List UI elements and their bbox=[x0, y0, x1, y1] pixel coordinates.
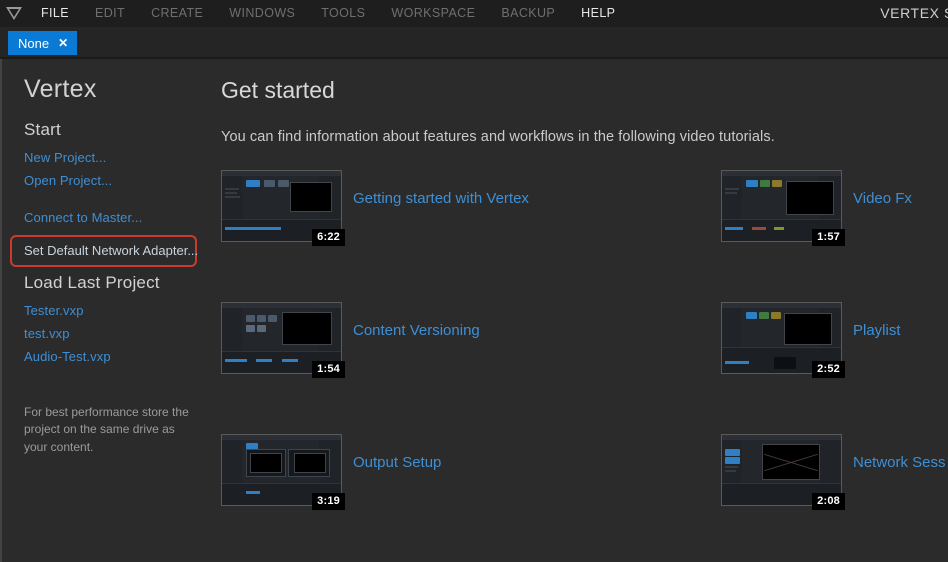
close-icon[interactable]: ✕ bbox=[58, 37, 68, 49]
video-row: 6:22 Getting started with Vertex 1:57 Vi… bbox=[221, 170, 948, 246]
sidebar-link-open-project[interactable]: Open Project... bbox=[24, 173, 210, 188]
tab-none-label: None bbox=[18, 35, 50, 51]
triangle-logo-icon bbox=[6, 7, 22, 20]
video-title[interactable]: Network Sess bbox=[853, 454, 946, 471]
sidebar-recent-project-1[interactable]: Tester.vxp bbox=[24, 303, 210, 318]
sidebar-link-connect-to-master[interactable]: Connect to Master... bbox=[24, 210, 210, 225]
menu-item-workspace[interactable]: WORKSPACE bbox=[378, 0, 488, 27]
menu-item-file[interactable]: FILE bbox=[28, 0, 82, 27]
video-title[interactable]: Output Setup bbox=[353, 454, 441, 471]
thumbnail-wrapper: 2:52 bbox=[721, 302, 845, 378]
menu-item-tools[interactable]: TOOLS bbox=[308, 0, 378, 27]
sidebar-performance-hint: For best performance store the project o… bbox=[24, 405, 189, 454]
menu-item-help[interactable]: HELP bbox=[568, 0, 628, 27]
page-subtitle: You can find information about features … bbox=[221, 129, 775, 145]
menu-item-edit[interactable]: EDIT bbox=[82, 0, 138, 27]
sidebar-heading-load-last-project: Load Last Project bbox=[24, 273, 160, 292]
sidebar-heading-start: Start bbox=[24, 120, 61, 139]
tab-strip: None ✕ bbox=[0, 27, 948, 59]
thumbnail-wrapper: 2:08 bbox=[721, 434, 845, 510]
video-title[interactable]: Content Versioning bbox=[353, 322, 480, 339]
video-tutorial-grid: 6:22 Getting started with Vertex 1:57 Vi… bbox=[221, 170, 948, 562]
video-card-getting-started[interactable]: 6:22 Getting started with Vertex bbox=[221, 170, 721, 246]
video-duration: 3:19 bbox=[312, 493, 345, 510]
menu-bar: FILE EDIT CREATE WINDOWS TOOLS WORKSPACE… bbox=[0, 0, 948, 27]
sidebar: Vertex Start New Project... Open Project… bbox=[0, 59, 210, 562]
tab-none[interactable]: None ✕ bbox=[8, 31, 78, 55]
video-duration: 2:08 bbox=[812, 493, 845, 510]
sidebar-link-new-project[interactable]: New Project... bbox=[24, 150, 210, 165]
video-card-output-setup[interactable]: 3:19 Output Setup bbox=[221, 434, 721, 510]
sidebar-recent-project-2[interactable]: test.vxp bbox=[24, 326, 210, 341]
page-title: Get started bbox=[221, 77, 335, 103]
video-title[interactable]: Playlist bbox=[853, 322, 901, 339]
video-title[interactable]: Video Fx bbox=[853, 190, 912, 207]
sidebar-brand: Vertex bbox=[24, 75, 97, 103]
app-logo[interactable] bbox=[0, 0, 28, 27]
video-duration: 1:54 bbox=[312, 361, 345, 378]
application-title: VERTEX S bbox=[880, 5, 948, 21]
menu-item-backup[interactable]: BACKUP bbox=[488, 0, 568, 27]
menu-item-create[interactable]: CREATE bbox=[138, 0, 216, 27]
thumbnail-wrapper: 1:57 bbox=[721, 170, 845, 246]
video-duration: 2:52 bbox=[812, 361, 845, 378]
video-row: 3:19 Output Setup 2:08 Network Sess bbox=[221, 434, 948, 510]
video-duration: 6:22 bbox=[312, 229, 345, 246]
video-row: 1:54 Content Versioning 2:52 Playlist bbox=[221, 302, 948, 378]
menu-item-windows[interactable]: WINDOWS bbox=[216, 0, 308, 27]
video-card-content-versioning[interactable]: 1:54 Content Versioning bbox=[221, 302, 721, 378]
video-card-network-sessions[interactable]: 2:08 Network Sess bbox=[721, 434, 948, 510]
video-duration: 1:57 bbox=[812, 229, 845, 246]
thumbnail-wrapper: 3:19 bbox=[221, 434, 345, 510]
video-card-playlist[interactable]: 2:52 Playlist bbox=[721, 302, 948, 378]
thumbnail-wrapper: 6:22 bbox=[221, 170, 345, 246]
main-content: Get started You can find information abo… bbox=[221, 59, 948, 562]
sidebar-item-set-default-network-adapter[interactable]: Set Default Network Adapter... bbox=[10, 235, 198, 267]
thumbnail-wrapper: 1:54 bbox=[221, 302, 345, 378]
sidebar-link-set-default-network-adapter[interactable]: Set Default Network Adapter... bbox=[24, 243, 198, 258]
video-card-video-fx[interactable]: 1:57 Video Fx bbox=[721, 170, 948, 246]
sidebar-recent-project-3[interactable]: Audio-Test.vxp bbox=[24, 349, 210, 364]
application-window: FILE EDIT CREATE WINDOWS TOOLS WORKSPACE… bbox=[0, 0, 948, 562]
video-title[interactable]: Getting started with Vertex bbox=[353, 190, 529, 207]
